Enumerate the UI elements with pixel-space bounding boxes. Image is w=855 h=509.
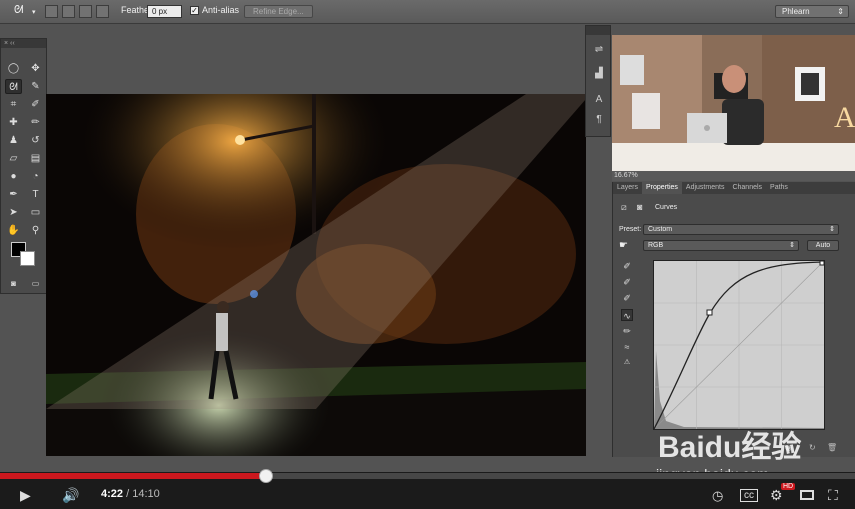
volume-icon[interactable]: 🔊 <box>62 487 79 504</box>
workspace-label: Phlearn <box>782 7 810 16</box>
current-time: 4:22 <box>101 488 124 500</box>
eyedropper-white-icon[interactable]: ✐ <box>621 292 633 304</box>
chevron-updown-icon: ⇕ <box>789 242 795 249</box>
preset-value: Custom <box>648 226 673 233</box>
svg-text:A: A <box>834 101 855 134</box>
fullscreen-icon[interactable]: ⛶ <box>828 487 838 504</box>
intersect-selection-icon[interactable] <box>96 5 109 18</box>
curves-adjustment-icon: ⧄ <box>621 202 627 212</box>
background-color-swatch[interactable] <box>20 251 35 266</box>
brush-tool-icon[interactable]: ✏ <box>27 115 44 130</box>
move-tool-icon[interactable]: ✥ <box>27 61 44 76</box>
subtract-selection-icon[interactable] <box>79 5 92 18</box>
auto-button[interactable]: Auto <box>807 240 839 251</box>
refine-edge-button[interactable]: Refine Edge... <box>244 5 313 18</box>
clipping-warning-icon[interactable]: ⚠ <box>621 357 633 369</box>
adjustments-panel-icon[interactable]: ⇌ <box>591 42 607 58</box>
visibility-eye-icon[interactable]: ◉ <box>785 443 792 452</box>
shape-tool-icon[interactable]: ▭ <box>27 205 44 220</box>
pen-tool-icon[interactable]: ✒ <box>5 187 22 202</box>
checkmark-icon: ✓ <box>190 6 199 16</box>
tool-preset-dropdown-icon[interactable]: ▾ <box>32 8 36 16</box>
progress-scrubber[interactable] <box>258 469 273 483</box>
zoom-readout: 16.67% <box>612 171 855 181</box>
curves-graph[interactable] <box>653 260 825 430</box>
duration: 14:10 <box>132 488 160 500</box>
antialias-label: Anti-alias <box>202 5 240 15</box>
screen-mode-icon[interactable]: ▭ <box>27 276 44 291</box>
hand-tool-icon[interactable]: ✋ <box>5 223 22 238</box>
chevron-updown-icon: ⇕ <box>837 7 844 16</box>
dodge-tool-icon[interactable]: ◔ <box>27 169 44 184</box>
time-separator: / <box>123 488 133 500</box>
instructor-scene: A <box>612 35 855 171</box>
eraser-tool-icon[interactable]: ▱ <box>5 151 22 166</box>
lasso-tool-icon[interactable]: ᘛ <box>5 79 22 94</box>
clone-stamp-icon[interactable]: ♟ <box>5 133 22 148</box>
tools-panel-header[interactable]: × ‹‹ <box>1 39 46 48</box>
preset-select[interactable]: Custom ⇕ <box>643 224 839 235</box>
smooth-curve-icon[interactable]: ≈ <box>621 341 633 353</box>
tools-panel: × ‹‹ ◯ ✥ ᘛ ✎ ⌗ ✐ ✚ ✏ ♟ ↺ ▱ ▤ ● ◔ ✒ T ➤ ▭… <box>0 38 47 294</box>
gradient-tool-icon[interactable]: ▤ <box>27 151 44 166</box>
character-panel-icon[interactable]: A <box>591 92 607 108</box>
channel-select[interactable]: RGB ⇕ <box>643 240 799 251</box>
healing-brush-icon[interactable]: ✚ <box>5 115 22 130</box>
tab-channels[interactable]: Channels <box>728 182 766 194</box>
antialias-checkbox[interactable]: ✓ Anti-alias <box>190 5 240 16</box>
paragraph-panel-icon[interactable]: ¶ <box>591 112 607 128</box>
zoom-tool-icon[interactable]: ⚲ <box>27 223 44 238</box>
progress-fill <box>0 473 266 479</box>
tab-layers[interactable]: Layers <box>613 182 642 194</box>
quick-mask-icon[interactable]: ◙ <box>5 276 22 291</box>
instructor-video-overlay: A <box>612 35 855 171</box>
trash-icon[interactable]: 🗑 <box>827 443 837 452</box>
curve-plot <box>653 260 825 430</box>
eyedropper-black-icon[interactable]: ✐ <box>621 260 633 272</box>
crop-tool-icon[interactable]: ⌗ <box>5 97 22 112</box>
tab-properties[interactable]: Properties <box>642 182 682 194</box>
new-selection-icon[interactable] <box>45 5 58 18</box>
add-selection-icon[interactable] <box>62 5 75 18</box>
street-light-photo <box>46 94 586 456</box>
preset-label: Preset: <box>619 226 642 233</box>
theater-mode-icon[interactable] <box>800 490 814 500</box>
adjustment-title: Curves <box>655 204 678 211</box>
workspace-select[interactable]: Phlearn ⇕ <box>775 5 849 18</box>
feather-input[interactable]: 0 px <box>147 5 182 18</box>
lasso-tool-icon[interactable]: ᘛ <box>14 4 23 17</box>
layer-comps-icon[interactable]: ▟ <box>591 66 607 82</box>
path-select-icon[interactable]: ➤ <box>5 205 22 220</box>
tab-adjustments[interactable]: Adjustments <box>682 182 729 194</box>
time-display: 4:22 / 14:10 <box>101 488 160 500</box>
captions-icon[interactable]: cc <box>740 489 758 502</box>
reset-icon[interactable]: ↻ <box>809 443 816 452</box>
pencil-draw-icon[interactable]: ✏ <box>621 325 633 337</box>
channel-value: RGB <box>648 242 664 249</box>
hd-badge: HD <box>781 483 796 490</box>
tab-paths[interactable]: Paths <box>766 182 792 194</box>
document-canvas[interactable] <box>46 94 586 456</box>
curve-point-tool-icon[interactable]: ∿ <box>621 309 633 321</box>
properties-panel: Layers Properties Adjustments Channels P… <box>612 182 855 457</box>
settings-gear-icon[interactable]: ⚙ <box>770 487 783 504</box>
photoshop-workspace: ᘛ ▾ Feather: 0 px ✓ Anti-alias Refine Edg… <box>0 0 855 472</box>
eyedropper-gray-icon[interactable]: ✐ <box>621 276 633 288</box>
quick-select-tool-icon[interactable]: ✎ <box>27 79 44 94</box>
collapsed-panel-dock: ⇌ ▟ A ¶ <box>585 25 611 137</box>
chevron-updown-icon: ⇕ <box>829 226 835 233</box>
blur-tool-icon[interactable]: ● <box>5 169 22 184</box>
panel-tabs: Layers Properties Adjustments Channels P… <box>613 182 855 194</box>
target-adjust-hand-icon[interactable]: ☛ <box>619 240 628 251</box>
watch-later-icon[interactable]: ◷ <box>712 488 723 504</box>
options-bar: ᘛ ▾ Feather: 0 px ✓ Anti-alias Refine Edg… <box>0 0 855 24</box>
layer-mask-icon: ◙ <box>637 202 643 212</box>
play-icon[interactable]: ▶ <box>20 487 31 504</box>
dock-header[interactable] <box>586 26 610 35</box>
eyedropper-tool-icon[interactable]: ✐ <box>27 97 44 112</box>
history-brush-icon[interactable]: ↺ <box>27 133 44 148</box>
type-tool-icon[interactable]: T <box>27 187 44 202</box>
marquee-tool-icon[interactable]: ◯ <box>5 61 22 76</box>
